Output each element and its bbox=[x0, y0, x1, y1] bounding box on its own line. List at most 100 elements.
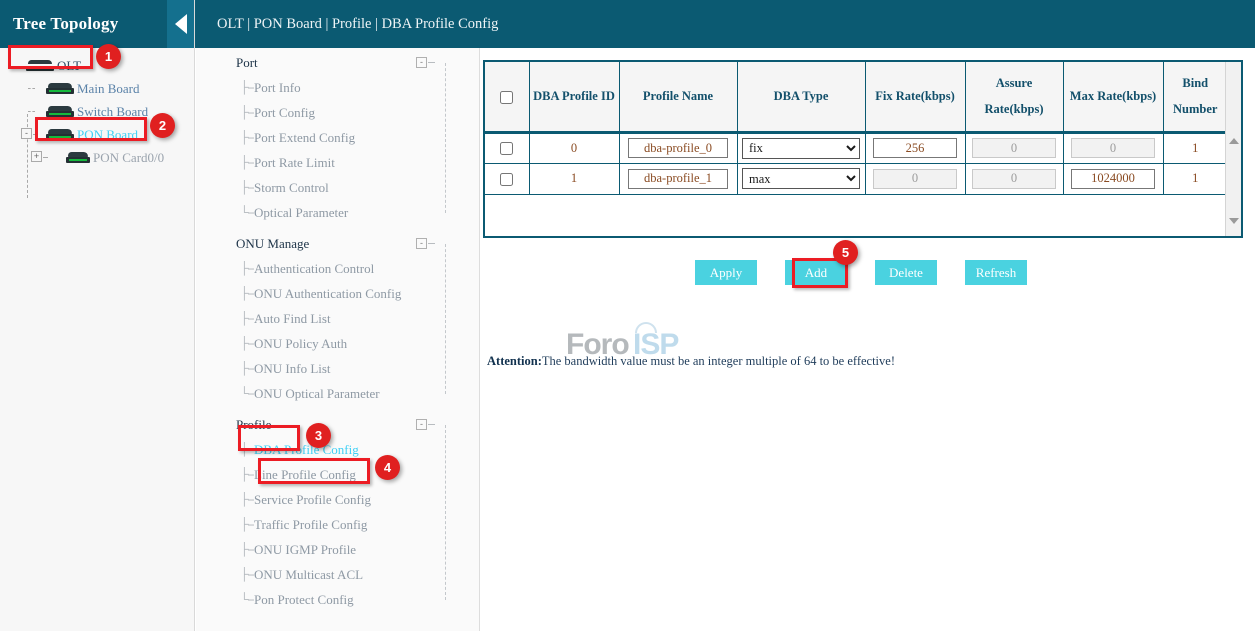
select-all-checkbox[interactable] bbox=[500, 91, 513, 104]
nav-item-connector: └-- bbox=[240, 592, 254, 606]
table-row[interactable]: 0 fix bbox=[485, 132, 1225, 163]
nav-item-onu-policy-auth[interactable]: ├--ONU Policy Auth bbox=[196, 331, 480, 356]
nav-item-label: Port Rate Limit bbox=[254, 155, 335, 171]
nav-item-port-config[interactable]: ├--Port Config bbox=[196, 100, 480, 125]
assure-rate-input[interactable] bbox=[972, 138, 1056, 158]
nav-item-connector: ├-- bbox=[240, 492, 254, 506]
cell-profile-name bbox=[619, 163, 737, 194]
nav-item-connector: ├-- bbox=[240, 155, 254, 169]
tree-expand-toggle[interactable]: + bbox=[31, 151, 42, 162]
table-body: 0 fix bbox=[485, 132, 1225, 194]
nav-item-onu-info-list[interactable]: ├--ONU Info List bbox=[196, 356, 480, 381]
nav-group-profile[interactable]: -Profile bbox=[196, 412, 480, 437]
nav-item-label: Port Info bbox=[254, 80, 301, 96]
nav-item-port-rate-limit[interactable]: ├--Port Rate Limit bbox=[196, 150, 480, 175]
dba-profile-table-container: DBA Profile ID Profile Name DBA Type Fix… bbox=[483, 60, 1243, 238]
nav-group-toggle[interactable]: - bbox=[416, 238, 427, 249]
nav-item-onu-igmp-profile[interactable]: ├--ONU IGMP Profile bbox=[196, 537, 480, 562]
nav-item-optical-parameter[interactable]: └--Optical Parameter bbox=[196, 200, 480, 225]
nav-item-label: ONU Info List bbox=[254, 361, 331, 377]
cell-fix-rate bbox=[865, 132, 965, 163]
column-header-profile-name: Profile Name bbox=[619, 62, 737, 132]
fix-rate-input[interactable] bbox=[873, 138, 957, 158]
nav-item-onu-authentication-config[interactable]: ├--ONU Authentication Config bbox=[196, 281, 480, 306]
nav-group-label: Port bbox=[236, 55, 258, 71]
nav-item-connector: ├-- bbox=[240, 567, 254, 581]
nav-item-connector: ├-- bbox=[240, 467, 254, 481]
triangle-down-icon[interactable] bbox=[1229, 218, 1239, 224]
nav-item-label: DBA Profile Config bbox=[254, 442, 359, 458]
assure-rate-line1: Assure bbox=[969, 70, 1060, 96]
cell-dba-type: fix bbox=[737, 132, 865, 163]
tree-item-pon-board[interactable]: - PON Board bbox=[0, 123, 194, 146]
max-rate-input[interactable] bbox=[1071, 169, 1155, 189]
apply-button[interactable]: Apply bbox=[695, 260, 757, 285]
nav-item-authentication-control[interactable]: ├--Authentication Control bbox=[196, 256, 480, 281]
cell-fix-rate bbox=[865, 163, 965, 194]
nav-item-label: Storm Control bbox=[254, 180, 329, 196]
nav-item-service-profile-config[interactable]: ├--Service Profile Config bbox=[196, 487, 480, 512]
fix-rate-input[interactable] bbox=[873, 169, 957, 189]
nav-item-label: Port Extend Config bbox=[254, 130, 355, 146]
nav-item-connector: ├-- bbox=[240, 105, 254, 119]
dba-type-select[interactable]: max bbox=[742, 168, 860, 189]
tree-item-olt[interactable]: OLT bbox=[0, 54, 194, 77]
tree-branch-line bbox=[28, 88, 35, 89]
nav-item-connector: ├-- bbox=[240, 180, 254, 194]
nav-item-pon-protect-config[interactable]: └--Pon Protect Config bbox=[196, 587, 480, 612]
nav-item-traffic-profile-config[interactable]: ├--Traffic Profile Config bbox=[196, 512, 480, 537]
column-header-dba-type: DBA Type bbox=[737, 62, 865, 132]
nav-item-connector: └-- bbox=[240, 386, 254, 400]
row-checkbox[interactable] bbox=[500, 173, 513, 186]
nav-item-connector: ├-- bbox=[240, 261, 254, 275]
table-vertical-scrollbar[interactable] bbox=[1225, 62, 1241, 236]
nav-group-onu-manage[interactable]: -ONU Manage bbox=[196, 231, 480, 256]
column-header-bind-number: Bind Number bbox=[1163, 62, 1225, 132]
topology-tree: OLT Main Board Switch Board - bbox=[0, 48, 194, 169]
nav-group-toggle[interactable]: - bbox=[416, 57, 427, 68]
cell-assure-rate bbox=[965, 163, 1063, 194]
cell-profile-name bbox=[619, 132, 737, 163]
attention-text: The bandwidth value must be an integer m… bbox=[542, 354, 895, 368]
tree-item-pon-card[interactable]: + PON Card0/0 bbox=[0, 146, 194, 169]
tree-branch-line bbox=[43, 157, 48, 158]
delete-button[interactable]: Delete bbox=[875, 260, 937, 285]
tree-item-label: Switch Board bbox=[77, 104, 148, 120]
nav-item-port-info[interactable]: ├--Port Info bbox=[196, 75, 480, 100]
triangle-up-icon[interactable] bbox=[1229, 138, 1239, 144]
nav-item-label: ONU Authentication Config bbox=[254, 286, 401, 302]
assure-rate-input[interactable] bbox=[972, 169, 1056, 189]
attention-label: Attention: bbox=[487, 354, 542, 368]
cell-max-rate bbox=[1063, 132, 1163, 163]
dba-type-select[interactable]: fix bbox=[742, 138, 860, 159]
nav-item-connector: ├-- bbox=[240, 80, 254, 94]
nav-item-connector: ├-- bbox=[240, 542, 254, 556]
device-board-icon bbox=[46, 129, 74, 140]
tree-item-switch-board[interactable]: Switch Board bbox=[0, 100, 194, 123]
refresh-button[interactable]: Refresh bbox=[965, 260, 1027, 285]
nav-item-port-extend-config[interactable]: ├--Port Extend Config bbox=[196, 125, 480, 150]
max-rate-input[interactable] bbox=[1071, 138, 1155, 158]
tree-collapse-toggle[interactable]: - bbox=[21, 128, 32, 139]
column-header-max-rate: Max Rate(kbps) bbox=[1063, 62, 1163, 132]
table-row[interactable]: 1 max bbox=[485, 163, 1225, 194]
nav-item-onu-optical-parameter[interactable]: └--ONU Optical Parameter bbox=[196, 381, 480, 406]
nav-item-dba-profile-config[interactable]: ├--DBA Profile Config bbox=[196, 437, 480, 462]
nav-item-storm-control[interactable]: ├--Storm Control bbox=[196, 175, 480, 200]
row-checkbox[interactable] bbox=[500, 142, 513, 155]
table-header: DBA Profile ID Profile Name DBA Type Fix… bbox=[485, 62, 1225, 132]
nav-item-auto-find-list[interactable]: ├--Auto Find List bbox=[196, 306, 480, 331]
column-header-assure-rate: Assure Rate(kbps) bbox=[965, 62, 1063, 132]
nav-item-onu-multicast-acl[interactable]: ├--ONU Multicast ACL bbox=[196, 562, 480, 587]
feature-nav-column: -Port├--Port Info├--Port Config├--Port E… bbox=[196, 48, 480, 631]
nav-item-line-profile-config[interactable]: ├--Line Profile Config bbox=[196, 462, 480, 487]
nav-group-toggle[interactable]: - bbox=[416, 419, 427, 430]
add-button[interactable]: Add bbox=[785, 260, 847, 285]
content-panel: DBA Profile ID Profile Name DBA Type Fix… bbox=[481, 48, 1255, 631]
nav-group-port[interactable]: - Port bbox=[196, 50, 480, 75]
chevron-left-icon[interactable] bbox=[167, 0, 194, 48]
profile-name-input[interactable] bbox=[628, 138, 728, 158]
profile-name-input[interactable] bbox=[628, 169, 728, 189]
nav-item-connector: ├-- bbox=[240, 442, 254, 456]
tree-item-main-board[interactable]: Main Board bbox=[0, 77, 194, 100]
